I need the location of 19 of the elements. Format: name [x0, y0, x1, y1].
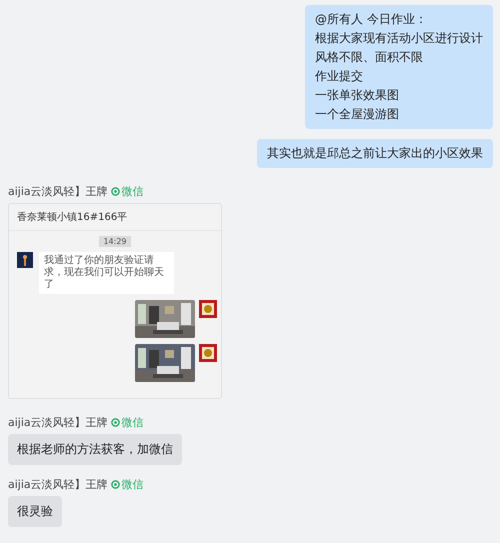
- message-bubble: @所有人 今日作业： 根据大家现有活动小区进行设计 风格不限、面积不限 作业提交 一张单张效果图 一个全屋漫游图: [305, 5, 493, 129]
- avatar-icon: [17, 252, 33, 268]
- source-label: 微信: [122, 184, 144, 199]
- avatar-icon: [199, 300, 217, 318]
- sender-name: aijia云淡风轻】王牌: [8, 184, 108, 199]
- message-bubble: 很灵验: [8, 496, 62, 527]
- wechat-icon: [110, 480, 120, 489]
- wechat-icon: [110, 187, 120, 196]
- message-bubble: 我通过了你的朋友验证请求，现在我们可以开始聊天了: [39, 252, 174, 294]
- sender-name: aijia云淡风轻】王牌: [8, 415, 108, 430]
- message-bubble: 根据老师的方法获客，加微信: [8, 434, 182, 465]
- avatar-icon: [199, 344, 217, 362]
- wechat-icon: [110, 418, 120, 427]
- source-label: 微信: [122, 477, 144, 492]
- timestamp: 14:29: [99, 236, 131, 247]
- source-label: 微信: [122, 415, 144, 430]
- message-bubble: 其实也就是邱总之前让大家出的小区效果: [257, 139, 493, 168]
- sender-name: aijia云淡风轻】王牌: [8, 477, 108, 492]
- chat-title: 香奈莱顿小镇16#166平: [9, 204, 221, 231]
